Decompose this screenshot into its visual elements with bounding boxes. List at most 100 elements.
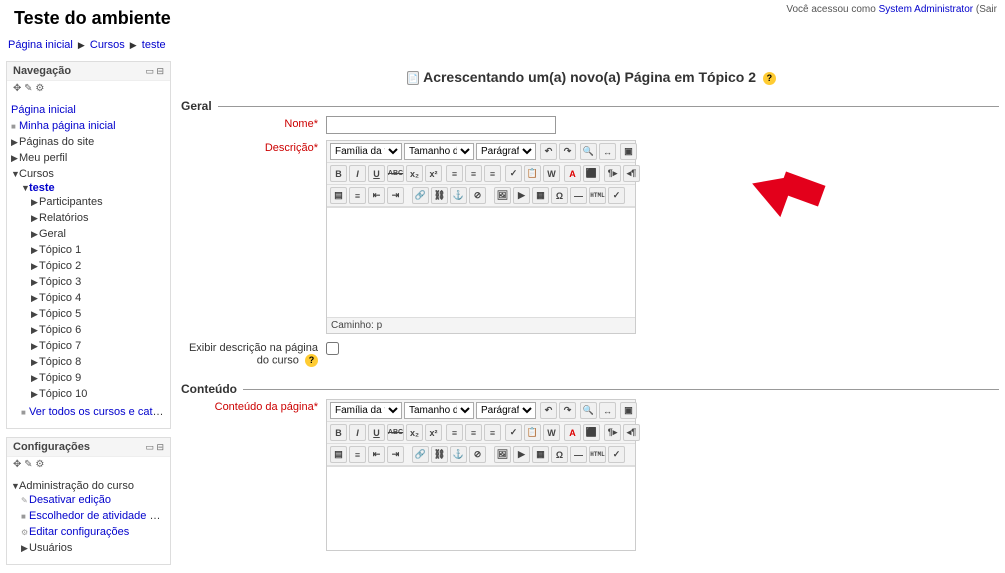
block-dock-controls[interactable]: ▭ ⊟ [145, 442, 164, 453]
image-button[interactable]: 🖼 [494, 446, 511, 463]
nav-participants[interactable]: Participantes [39, 196, 103, 208]
showdesc-checkbox[interactable] [326, 342, 339, 355]
caret-right-icon[interactable]: ▶ [11, 153, 19, 164]
ltr-button[interactable]: ¶▸ [604, 424, 621, 441]
bullet-list-button[interactable]: ▤ [330, 446, 347, 463]
nav-courses[interactable]: Cursos [19, 168, 54, 180]
font-size-select[interactable]: Tamanho da fo [404, 143, 474, 160]
breadcrumb-course[interactable]: teste [142, 39, 166, 51]
settings-editsettings[interactable]: Editar configurações [29, 526, 129, 538]
html-button[interactable]: HTML [589, 446, 606, 463]
name-input[interactable] [326, 116, 556, 134]
media-button[interactable]: ▶ [513, 446, 530, 463]
find-button[interactable]: 🔍 [580, 402, 597, 419]
caret-right-icon[interactable]: ▶ [31, 373, 39, 384]
fullscreen-button[interactable]: ▣ [620, 143, 637, 160]
help-icon[interactable]: ? [763, 72, 776, 85]
superscript-button[interactable]: x² [425, 424, 442, 441]
settings-courseadmin[interactable]: Administração do curso [19, 480, 134, 492]
undo-button[interactable]: ↶ [540, 143, 557, 160]
caret-right-icon[interactable]: ▶ [31, 325, 39, 336]
link-button[interactable]: 🔗 [412, 187, 429, 204]
breadcrumb-courses[interactable]: Cursos [90, 39, 125, 51]
settings-chooser[interactable]: Escolhedor de atividade desligado [29, 510, 166, 522]
image-button[interactable]: 🖼 [494, 187, 511, 204]
undo-button[interactable]: ↶ [540, 402, 557, 419]
media-button[interactable]: ▶ [513, 187, 530, 204]
strike-button[interactable]: ABC [387, 424, 404, 441]
forecolor-button[interactable]: A [564, 165, 581, 182]
pagecontent-editor-body[interactable] [327, 466, 635, 550]
nolink-button[interactable]: ⊘ [469, 187, 486, 204]
caret-right-icon[interactable]: ▶ [31, 245, 39, 256]
align-right-button[interactable]: ≡ [484, 424, 501, 441]
unlink-button[interactable]: ⛓ [431, 446, 448, 463]
subscript-button[interactable]: x₂ [406, 165, 423, 182]
outdent-button[interactable]: ⇤ [368, 446, 385, 463]
caret-right-icon[interactable]: ▶ [31, 357, 39, 368]
nav-reports[interactable]: Relatórios [39, 212, 89, 224]
caret-right-icon[interactable]: ▶ [31, 261, 39, 272]
nav-sitepages[interactable]: Páginas do site [19, 136, 94, 148]
caret-right-icon[interactable]: ▶ [31, 197, 39, 208]
forecolor-button[interactable]: A [564, 424, 581, 441]
subscript-button[interactable]: x₂ [406, 424, 423, 441]
italic-button[interactable]: I [349, 424, 366, 441]
nav-topic[interactable]: Tópico 5 [39, 308, 81, 320]
charmap-button[interactable]: Ω [551, 187, 568, 204]
replace-button[interactable]: ↔ [599, 143, 616, 160]
ltr-button[interactable]: ¶▸ [604, 165, 621, 182]
font-family-select[interactable]: Família da font [330, 143, 402, 160]
nav-myprofile[interactable]: Meu perfil [19, 152, 67, 164]
html-button[interactable]: HTML [589, 187, 606, 204]
paste-word-button[interactable]: W [543, 165, 560, 182]
nav-general[interactable]: Geral [39, 228, 66, 240]
caret-right-icon[interactable]: ▶ [31, 277, 39, 288]
nav-topic[interactable]: Tópico 3 [39, 276, 81, 288]
align-center-button[interactable]: ≡ [465, 424, 482, 441]
block-dock-controls[interactable]: ▭ ⊟ [145, 66, 164, 77]
italic-button[interactable]: I [349, 165, 366, 182]
align-left-button[interactable]: ≡ [446, 424, 463, 441]
caret-right-icon[interactable]: ▶ [31, 213, 39, 224]
settings-users[interactable]: Usuários [29, 542, 72, 554]
underline-button[interactable]: U [368, 165, 385, 182]
find-button[interactable]: 🔍 [580, 143, 597, 160]
underline-button[interactable]: U [368, 424, 385, 441]
unlink-button[interactable]: ⛓ [431, 187, 448, 204]
caret-down-icon[interactable]: ▼ [11, 169, 19, 179]
align-center-button[interactable]: ≡ [465, 165, 482, 182]
number-list-button[interactable]: ≡ [349, 446, 366, 463]
caret-right-icon[interactable]: ▶ [31, 309, 39, 320]
nav-home[interactable]: Página inicial [11, 104, 76, 116]
redo-button[interactable]: ↷ [559, 402, 576, 419]
bullet-list-button[interactable]: ▤ [330, 187, 347, 204]
nav-topic[interactable]: Tópico 1 [39, 244, 81, 256]
hr-button[interactable]: — [570, 187, 587, 204]
nav-topic[interactable]: Tópico 9 [39, 372, 81, 384]
nav-allcourses[interactable]: Ver todos os cursos e categorias [29, 406, 166, 418]
anchor-button[interactable]: ⚓ [450, 187, 467, 204]
replace-button[interactable]: ↔ [599, 402, 616, 419]
caret-right-icon[interactable]: ▶ [31, 293, 39, 304]
block-edit-icons[interactable]: ✥ ✎ ⚙ [7, 81, 170, 98]
table-button[interactable]: ▦ [532, 187, 549, 204]
nav-topic[interactable]: Tópico 4 [39, 292, 81, 304]
font-size-select[interactable]: Tamanho da fo [404, 402, 474, 419]
number-list-button[interactable]: ≡ [349, 187, 366, 204]
caret-right-icon[interactable]: ▶ [31, 229, 39, 240]
nav-topic[interactable]: Tópico 2 [39, 260, 81, 272]
indent-button[interactable]: ⇥ [387, 187, 404, 204]
strike-button[interactable]: ABC [387, 165, 404, 182]
nav-topic[interactable]: Tópico 8 [39, 356, 81, 368]
rtl-button[interactable]: ◂¶ [623, 424, 640, 441]
caret-right-icon[interactable]: ▶ [21, 543, 29, 554]
backcolor-button[interactable]: ⬛ [583, 165, 600, 182]
cleanup-button[interactable]: ✓ [505, 424, 522, 441]
caret-right-icon[interactable]: ▶ [31, 341, 39, 352]
description-editor-body[interactable] [327, 207, 635, 317]
nav-topic[interactable]: Tópico 10 [39, 388, 87, 400]
backcolor-button[interactable]: ⬛ [583, 424, 600, 441]
paste-text-button[interactable]: 📋 [524, 165, 541, 182]
rtl-button[interactable]: ◂¶ [623, 165, 640, 182]
